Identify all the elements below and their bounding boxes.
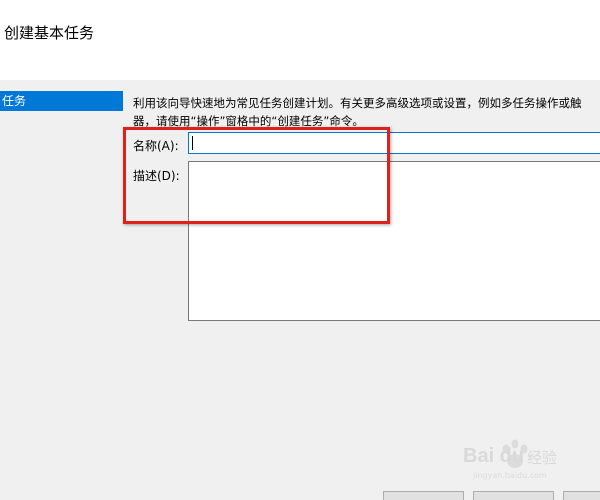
wizard-content: 利用该向导快速地为常见任务创建计划。有关更多高级选项或设置，例如多任务操作或触 …: [123, 80, 600, 500]
sidebar-item-label: 任务: [2, 94, 27, 108]
description-input[interactable]: [188, 161, 600, 321]
create-basic-task-wizard: 创建基本任务 任务 利用该向导快速地为常见任务创建计划。有关更多高级选项或设置，…: [0, 0, 600, 500]
wizard-steps-sidebar: 任务: [0, 80, 123, 500]
name-input[interactable]: [188, 132, 600, 154]
text-caret: [192, 136, 193, 150]
next-button[interactable]: [473, 491, 554, 500]
back-button[interactable]: [383, 491, 464, 500]
intro-text: 利用该向导快速地为常见任务创建计划。有关更多高级选项或设置，例如多任务操作或触 …: [133, 94, 600, 130]
intro-line-1: 利用该向导快速地为常见任务创建计划。有关更多高级选项或设置，例如多任务操作或触: [133, 96, 582, 110]
wizard-title: 创建基本任务: [4, 24, 95, 42]
description-label: 描述(D):: [133, 169, 180, 183]
intro-line-2: 器，请使用“操作”窗格中的“创建任务”命令。: [133, 114, 364, 128]
cancel-button[interactable]: [563, 491, 600, 500]
name-label: 名称(A):: [133, 139, 179, 153]
sidebar-item-task[interactable]: 任务: [0, 91, 123, 111]
